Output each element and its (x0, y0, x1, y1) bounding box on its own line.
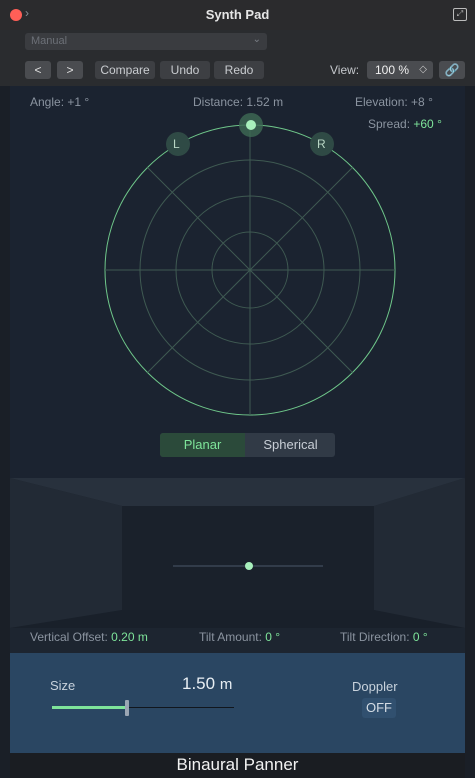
source-point[interactable] (246, 120, 256, 130)
size-label: Size (50, 678, 76, 693)
left-marker-label: L (173, 137, 180, 151)
slider-thumb[interactable] (125, 700, 129, 716)
polar-grid (104, 124, 396, 416)
chevron-right-icon[interactable]: › (25, 6, 29, 20)
panner-graph[interactable] (0, 0, 475, 478)
room-back-wall (122, 506, 374, 610)
spherical-mode-button[interactable]: Spherical (246, 433, 335, 457)
planar-mode-button[interactable]: Planar (160, 433, 245, 457)
doppler-label: Doppler (352, 679, 398, 694)
size-value[interactable]: 1.50 m (182, 674, 232, 694)
slider-fill (52, 706, 127, 709)
offset-handle[interactable] (245, 562, 253, 570)
size-slider[interactable] (52, 700, 234, 716)
vertical-offset-readout[interactable]: Vertical Offset: 0.20 m (30, 630, 148, 644)
mode-segmented-control: Planar Spherical (160, 433, 335, 457)
tilt-amount-readout[interactable]: Tilt Amount: 0 ° (199, 630, 280, 644)
plugin-name: Binaural Panner (176, 755, 299, 774)
tilt-direction-readout[interactable]: Tilt Direction: 0 ° (340, 630, 428, 644)
room-perspective[interactable] (0, 478, 475, 653)
doppler-toggle[interactable]: OFF (362, 698, 396, 718)
right-marker-label: R (317, 137, 326, 151)
